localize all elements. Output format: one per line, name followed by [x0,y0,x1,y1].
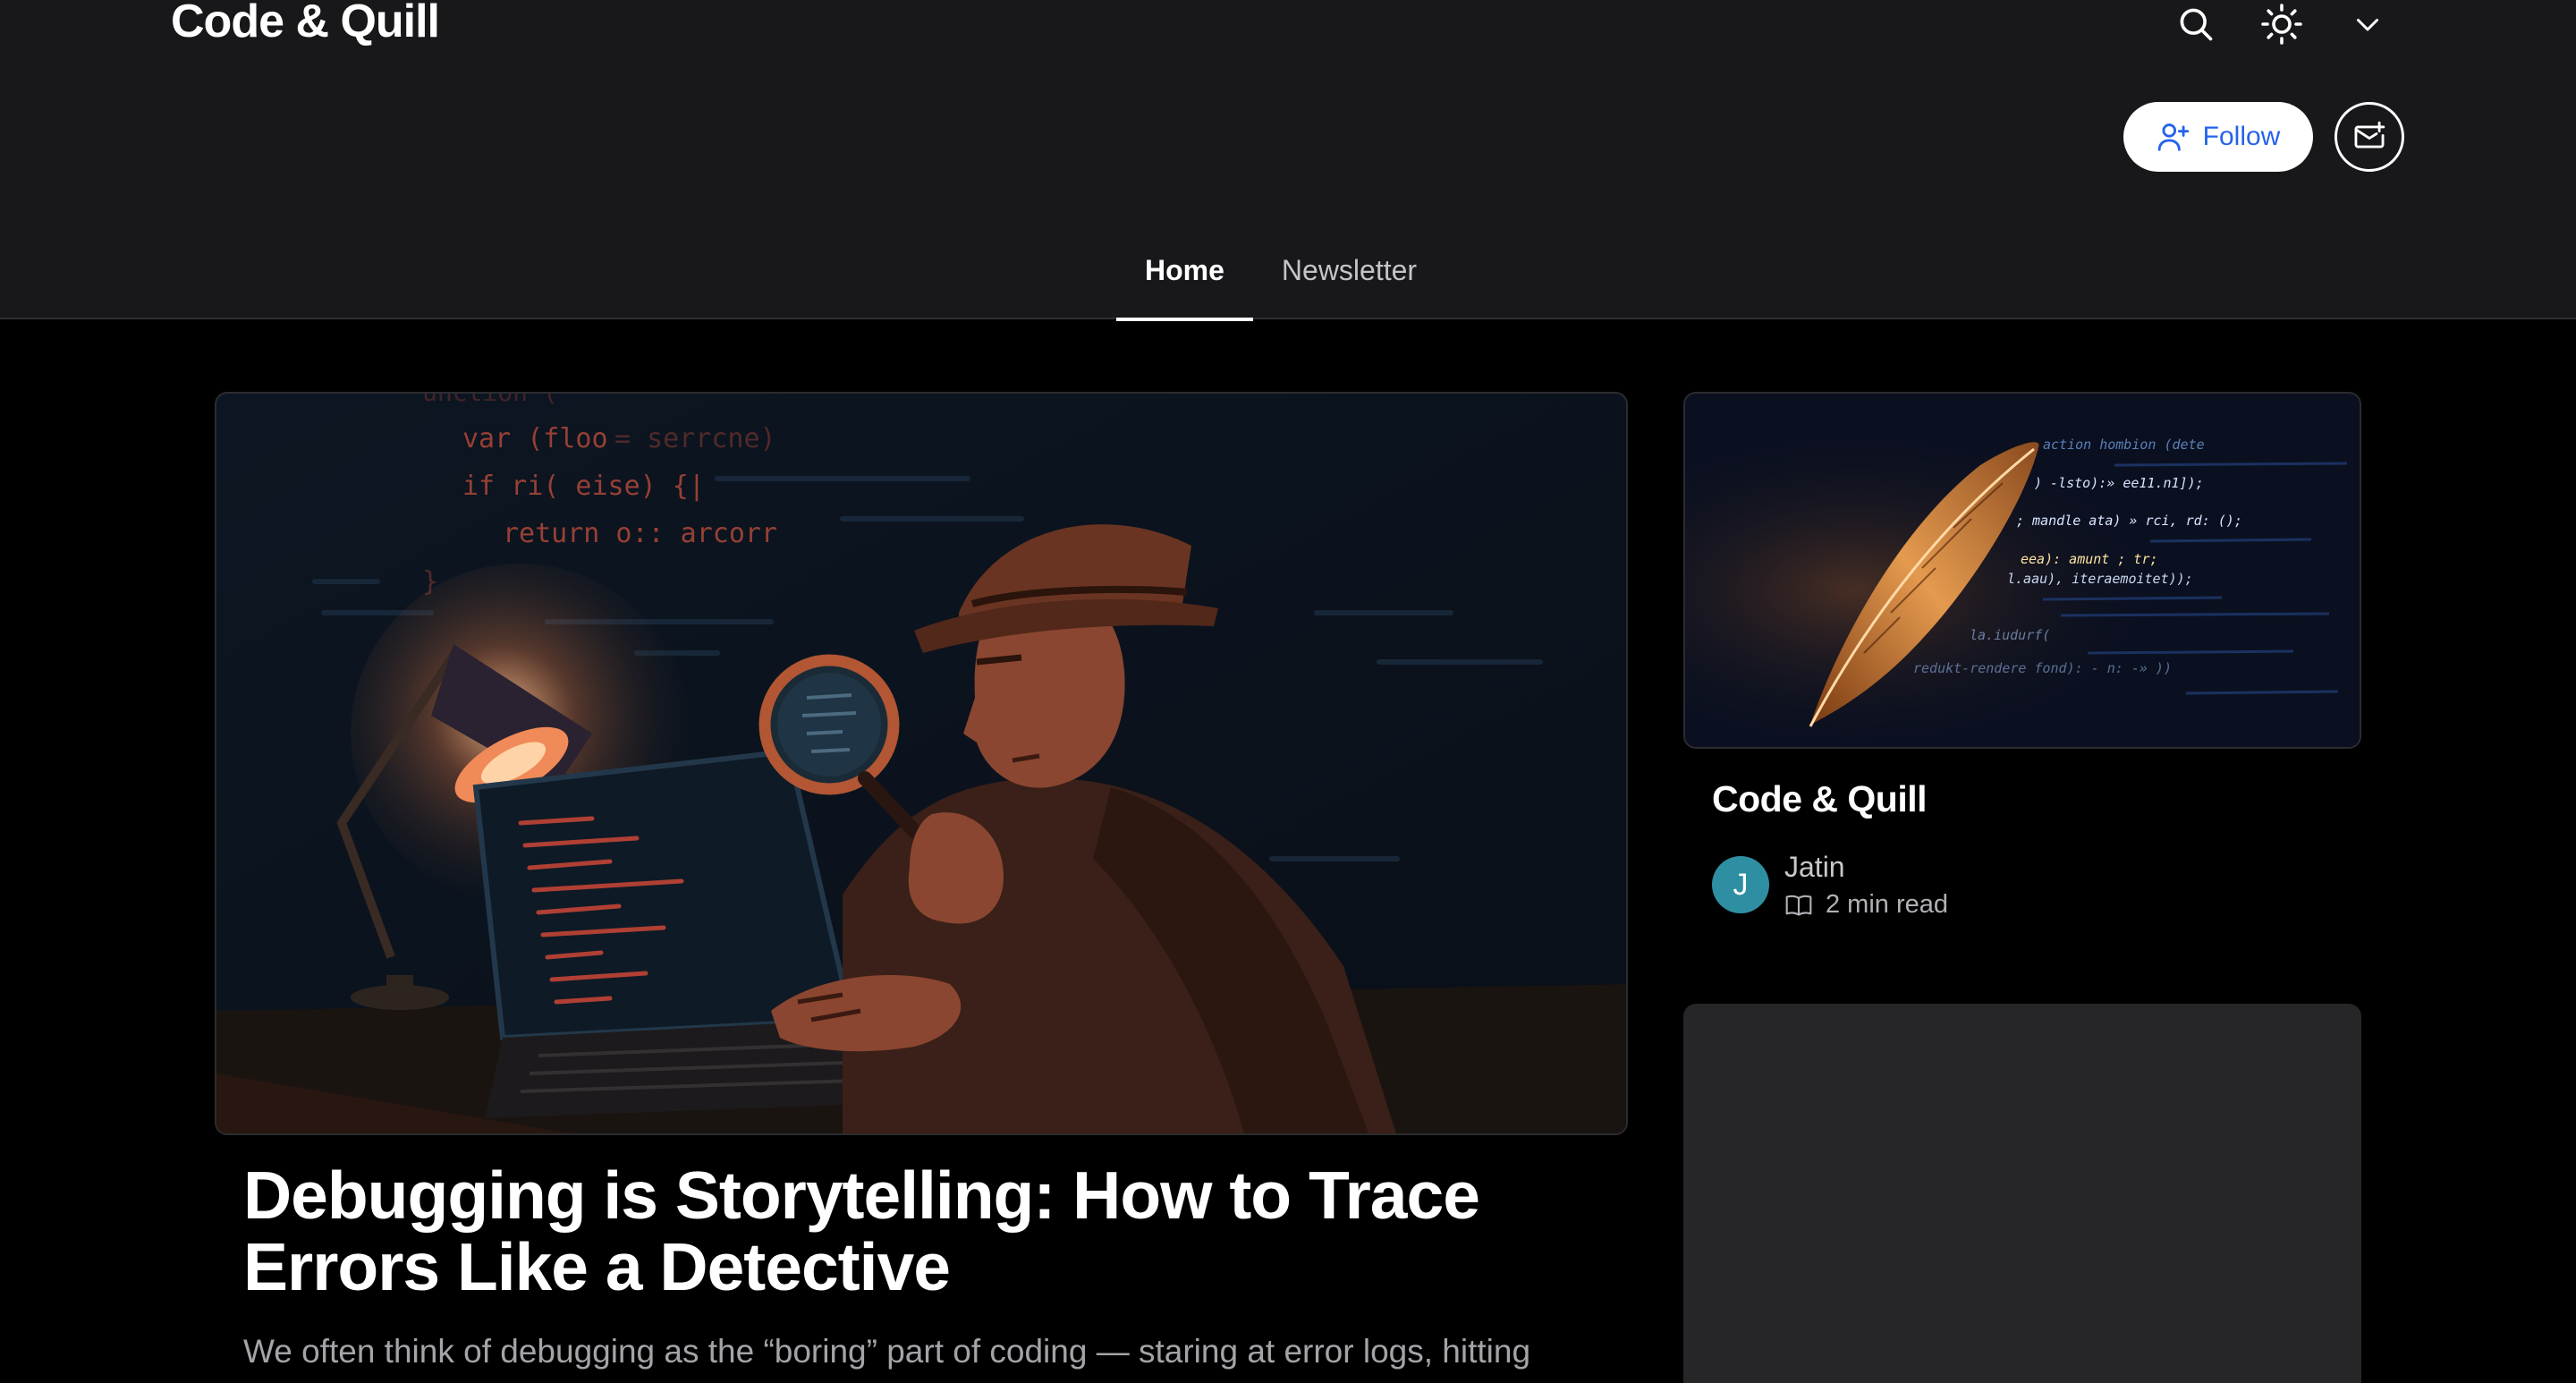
sidebar-cover-code-line: ; mandle ata) » rci, rd: (); [2016,513,2242,529]
author-initial: J [1733,867,1749,902]
sidebar-post-title[interactable]: Code & Quill [1712,778,1928,820]
cover-code-line: return o:: arcorr [503,518,777,549]
page: Code & Quill Follow Home Newsletter var … [0,0,2576,1383]
sidebar-placeholder-card [1683,1004,2361,1383]
blog-nav-tabs: Home Newsletter [1116,240,1445,321]
sidebar-cover-code-line: ) -lsto):» ee11.n1]); [2034,475,2204,491]
tab-home[interactable]: Home [1116,240,1253,321]
tab-newsletter[interactable]: Newsletter [1253,240,1445,319]
author-name[interactable]: Jatin [1784,851,1845,884]
mail-plus-icon [2354,121,2385,148]
blog-title[interactable]: Code & Quill [171,0,440,48]
sidebar-cover-code-line: l.aau), iteraemoitet)); [2007,571,2193,587]
cover-code-line: var (floo [462,423,608,454]
cover-code-line: = serrcne) [614,423,776,454]
user-plus-icon [2157,123,2189,151]
sidebar-cover-code-line: action hombion (dete [2043,437,2205,453]
featured-post-cover-image[interactable]: unction ( var (floo = serrcne) if ri( ei… [215,392,1628,1135]
subscribe-newsletter-button[interactable] [2334,102,2404,172]
author-avatar[interactable]: J [1712,856,1769,913]
sidebar-post-cover-image[interactable]: action hombion (dete ) -lsto):» ee11.n1]… [1683,392,2361,749]
featured-post-excerpt: We often think of debugging as the “bori… [243,1333,1531,1370]
chevron-down-icon[interactable] [2342,0,2394,48]
search-icon[interactable] [2170,0,2222,48]
follow-label: Follow [2202,122,2281,151]
sun-icon[interactable] [2256,0,2308,48]
cover-code-line: unction ( [422,394,558,407]
read-time-label: 2 min read [1826,890,1949,919]
blog-header: Code & Quill Follow Home Newsletter [0,0,2576,321]
book-open-icon [1785,895,1812,916]
cover-code-line: if ri( eise) {| [462,471,705,502]
follow-button[interactable]: Follow [2123,102,2313,172]
sidebar-cover-code-line: la.iudurf( [1970,627,2050,643]
featured-post-title[interactable]: Debugging is Storytelling: How to Trace … [243,1159,1639,1302]
read-time: 2 min read [1784,890,1948,920]
sidebar-cover-code-line: redukt-rendere fond): - n: -» )) [1913,660,2172,676]
sidebar-cover-code-line: eea): amunt ; tr; [2021,551,2158,567]
